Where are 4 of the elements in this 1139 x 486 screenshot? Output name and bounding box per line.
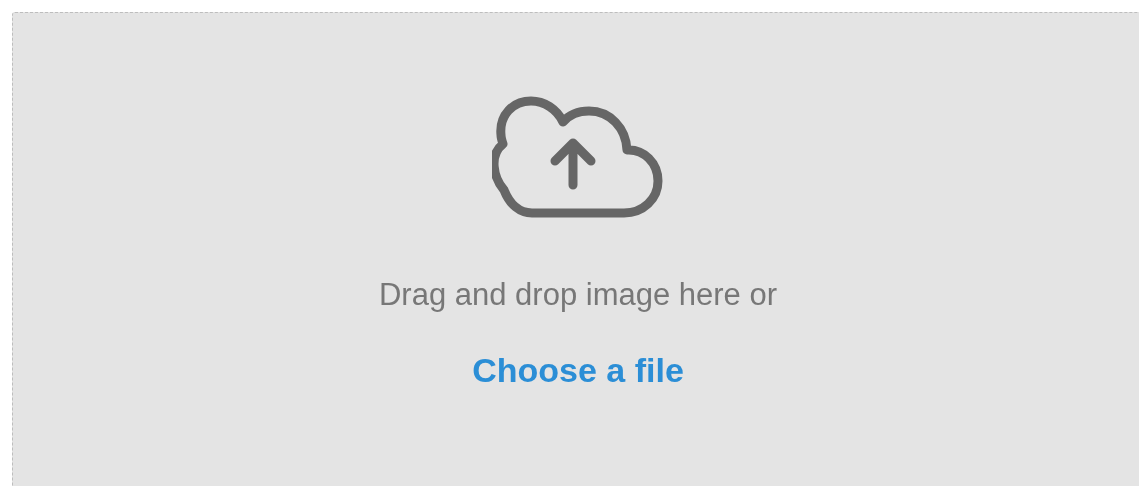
drop-prompt: Drag and drop image here or <box>378 277 778 313</box>
cloud-upload-icon <box>492 95 664 219</box>
drop-zone[interactable]: Drag and drop image here or Choose a file <box>12 12 1139 486</box>
choose-file-link[interactable]: Choose a file <box>472 351 684 390</box>
